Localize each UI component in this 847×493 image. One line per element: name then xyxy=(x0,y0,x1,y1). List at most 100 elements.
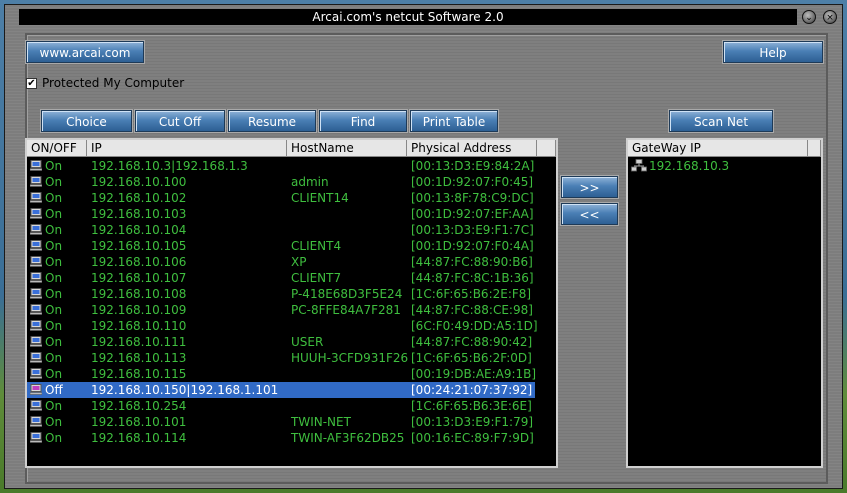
status-cell: On xyxy=(45,431,63,445)
hostname-cell: PC-8FFE84A7F281 xyxy=(291,303,401,317)
computer-icon xyxy=(30,304,42,315)
choice-netcard-button[interactable]: Choice NetCard xyxy=(41,110,132,151)
help-button[interactable]: Help xyxy=(723,41,823,63)
host-table[interactable]: ON/OFF IP HostName Physical Address On 19… xyxy=(25,138,558,468)
scan-net-button[interactable]: Scan Net xyxy=(669,110,773,132)
ip-cell: 192.168.10.107 xyxy=(91,271,187,285)
find-button[interactable]: Find xyxy=(319,110,407,132)
column-header-hostname[interactable]: HostName xyxy=(287,140,407,157)
table-row[interactable]: On 192.168.10.113 HUUH-3CFD931F26 [1C:6F:65… xyxy=(27,350,556,366)
hostname-cell: HUUH-3CFD931F26 xyxy=(291,351,409,365)
remove-gateway-button[interactable]: << xyxy=(561,203,618,225)
column-header-gateway-filler xyxy=(808,140,821,157)
table-row[interactable]: On 192.168.10.107 CLIENT7 [44:87:FC:8C:1B:3… xyxy=(27,270,556,286)
hostname-cell: TWIN-NET xyxy=(291,415,351,429)
status-cell: On xyxy=(45,159,63,173)
computer-icon xyxy=(30,240,42,251)
computer-icon xyxy=(30,416,42,427)
column-header-gateway[interactable]: GateWay IP xyxy=(628,140,808,157)
table-row[interactable]: On 192.168.10.106 XP [44:87:FC:88:90:B6] xyxy=(27,254,556,270)
status-cell: On xyxy=(45,287,63,301)
protect-checkbox[interactable]: ✔ xyxy=(26,78,37,89)
gateway-ip-cell: 192.168.10.3 xyxy=(649,159,730,173)
computer-icon xyxy=(30,272,42,283)
table-row[interactable]: On 192.168.10.111 USER [44:87:FC:88:90:42] xyxy=(27,334,556,350)
close-icon[interactable]: × xyxy=(823,10,837,24)
mac-cell: [44:87:FC:88:90:42] xyxy=(411,335,533,349)
table-row[interactable]: On 192.168.10.103 [00:1D:92:07:EF:AA] xyxy=(27,206,556,222)
computer-icon xyxy=(30,288,42,299)
table-row[interactable]: On 192.168.10.101 TWIN-NET [00:13:D3:E9:F1:… xyxy=(27,414,556,430)
table-row[interactable]: On 192.168.10.3|192.168.1.3 [00:13:D3:E9:8… xyxy=(27,158,556,174)
status-cell: Off xyxy=(45,383,63,397)
hostname-cell: P-418E68D3F5E24 xyxy=(291,287,403,301)
column-header-status[interactable]: ON/OFF xyxy=(27,140,87,157)
resume-button[interactable]: Resume xyxy=(228,110,316,132)
mac-cell: [6C:F0:49:DD:A5:1D] xyxy=(411,319,538,333)
table-row[interactable]: On 192.168.10.102 CLIENT14 [00:13:8F:78:C9:… xyxy=(27,190,556,206)
computer-icon xyxy=(30,336,42,347)
gateway-table[interactable]: GateWay IP 192.168.10.3 xyxy=(626,138,823,468)
mac-cell: [00:13:D3:E9:F1:79] xyxy=(411,415,534,429)
ip-cell: 192.168.10.113 xyxy=(91,351,187,365)
hostname-cell: XP xyxy=(291,255,307,269)
table-row[interactable]: On 192.168.10.105 CLIENT4 [00:1D:92:07:F0:4… xyxy=(27,238,556,254)
mac-cell: [00:1D:92:07:EF:AA] xyxy=(411,207,534,221)
table-row[interactable]: On 192.168.10.104 [00:13:D3:E9:F1:7C] xyxy=(27,222,556,238)
ip-cell: 192.168.10.254 xyxy=(91,399,187,413)
table-row[interactable]: On 192.168.10.110 [6C:F0:49:DD:A5:1D] xyxy=(27,318,556,334)
ip-cell: 192.168.10.100 xyxy=(91,175,187,189)
table-row[interactable]: On 192.168.10.109 PC-8FFE84A7F281 [44:87:FC… xyxy=(27,302,556,318)
table-row[interactable]: On 192.168.10.100 admin [00:1D:92:07:F0:45] xyxy=(27,174,556,190)
column-header-ip[interactable]: IP xyxy=(87,140,287,157)
minimize-icon[interactable]: ⌄ xyxy=(802,10,816,24)
column-header-mac[interactable]: Physical Address xyxy=(407,140,537,157)
ip-cell: 192.168.10.101 xyxy=(91,415,187,429)
ip-cell: 192.168.10.3|192.168.1.3 xyxy=(91,159,248,173)
mac-cell: [44:87:FC:8C:1B:36] xyxy=(411,271,534,285)
hostname-cell: CLIENT7 xyxy=(291,271,342,285)
computer-icon xyxy=(30,160,42,171)
table-row[interactable]: On 192.168.10.114 TWIN-AF3F62DB25 [00:16:EC… xyxy=(27,430,556,446)
host-rows: On 192.168.10.3|192.168.1.3 [00:13:D3:E9:8… xyxy=(27,158,556,446)
hostname-cell: admin xyxy=(291,175,329,189)
mac-cell: [1C:6F:65:B6:2E:F8] xyxy=(411,287,532,301)
mac-cell: [00:1D:92:07:F0:45] xyxy=(411,175,534,189)
table-row[interactable]: Off 192.168.10.150|192.168.1.101 [00:24:21… xyxy=(27,382,535,398)
protect-label: Protected My Computer xyxy=(42,76,185,90)
ip-cell: 192.168.10.102 xyxy=(91,191,187,205)
network-icon xyxy=(631,159,647,172)
mac-cell: [00:13:D3:E9:F1:7C] xyxy=(411,223,534,237)
mac-cell: [00:19:DB:AE:A9:1B] xyxy=(411,367,537,381)
mac-cell: [44:87:FC:88:CE:98] xyxy=(411,303,533,317)
table-row[interactable]: On 192.168.10.108 P-418E68D3F5E24 [1C:6F:65… xyxy=(27,286,556,302)
computer-icon xyxy=(30,368,42,379)
website-button[interactable]: www.arcai.com xyxy=(26,41,144,63)
hostname-cell: CLIENT14 xyxy=(291,191,349,205)
status-cell: On xyxy=(45,239,63,253)
table-row[interactable]: On 192.168.10.115 [00:19:DB:AE:A9:1B] xyxy=(27,366,556,382)
hostname-cell: TWIN-AF3F62DB25 xyxy=(291,431,405,445)
computer-icon xyxy=(30,192,42,203)
ip-cell: 192.168.10.110 xyxy=(91,319,187,333)
ip-cell: 192.168.10.106 xyxy=(91,255,187,269)
ip-cell: 192.168.10.150|192.168.1.101 xyxy=(91,383,279,397)
mac-cell: [1C:6F:65:B6:3E:6E] xyxy=(411,399,532,413)
ip-cell: 192.168.10.105 xyxy=(91,239,187,253)
window-title: Arcai.com's netcut Software 2.0 xyxy=(19,9,797,25)
print-table-button[interactable]: Print Table xyxy=(410,110,498,132)
status-cell: On xyxy=(45,175,63,189)
add-gateway-button[interactable]: >> xyxy=(561,176,618,198)
computer-icon xyxy=(30,400,42,411)
status-cell: On xyxy=(45,335,63,349)
mac-cell: [44:87:FC:88:90:B6] xyxy=(411,255,533,269)
table-row[interactable]: On 192.168.10.254 [1C:6F:65:B6:3E:6E] xyxy=(27,398,556,414)
cut-off-button[interactable]: Cut Off xyxy=(135,110,225,132)
computer-icon xyxy=(30,256,42,267)
gateway-rows: 192.168.10.3 xyxy=(628,158,821,174)
gateway-row[interactable]: 192.168.10.3 xyxy=(628,158,821,174)
column-header-filler xyxy=(537,140,556,157)
hostname-cell: CLIENT4 xyxy=(291,239,342,253)
computer-icon xyxy=(30,432,42,443)
status-cell: On xyxy=(45,399,63,413)
